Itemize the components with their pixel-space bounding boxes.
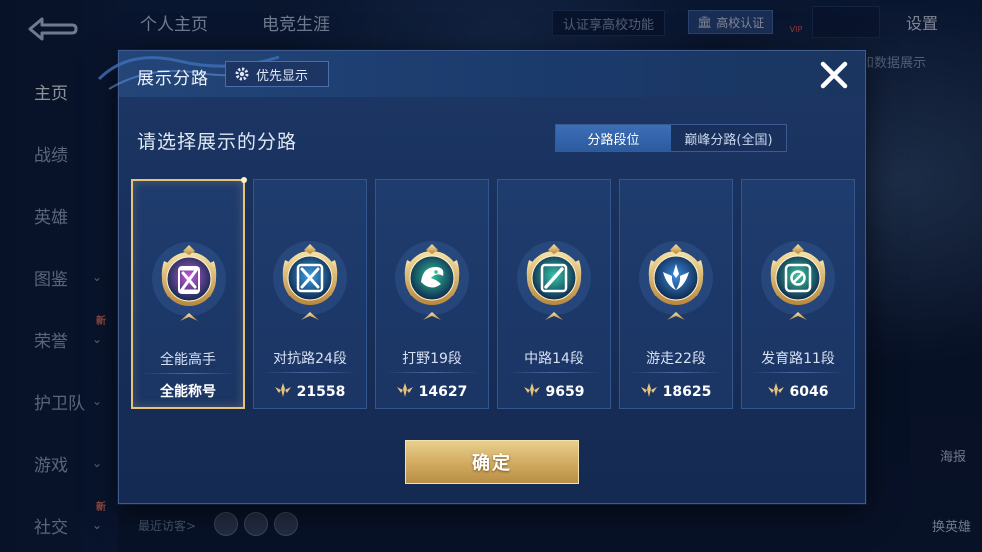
lane-card-footer: 18625 [620,376,732,408]
lane-points-icon [396,383,413,401]
dialog-title: 展示分路 [137,69,209,89]
farm-lane-emblem-icon [759,234,837,326]
lane-points-value: 14627 [418,384,468,400]
tab-lane-rank[interactable]: 分路段位 [556,125,671,151]
lane-points-value: 6046 [789,384,829,400]
title-badge-label: 全能称号 [160,384,216,400]
roam-emblem-icon [637,234,715,326]
lane-card[interactable]: 打野19段 14627 [375,179,489,409]
lane-card-title: 发育路11段 [761,351,835,367]
lane-card[interactable]: 中路14段 9659 [497,179,611,409]
lane-card[interactable]: 全能高手 全能称号 [131,177,247,409]
close-icon[interactable] [817,58,851,92]
lane-points-icon [640,383,657,401]
selection-corner-sparkle [241,177,247,183]
lane-points-icon [523,383,540,401]
lane-card-footer: 全能称号 [133,375,243,407]
lane-card[interactable]: 对抗路24段 21558 [253,179,367,409]
lane-tabs: 分路段位 巅峰分路(全国) [555,124,787,152]
priority-display-button[interactable]: 优先显示 [225,61,329,87]
lane-card-title: 全能高手 [160,352,216,368]
lane-card-footer: 9659 [498,376,610,408]
all-rounder-emblem-icon [150,235,228,327]
lane-card[interactable]: 游走22段 18625 [619,179,733,409]
confirm-button[interactable]: 确定 [405,440,579,484]
lane-card-title: 中路14段 [524,351,584,367]
lane-points-value: 9659 [545,384,585,400]
clash-lane-emblem-icon [271,234,349,326]
gear-icon [235,67,249,81]
divider [262,372,358,373]
lane-card[interactable]: 发育路11段 6046 [741,179,855,409]
dialog-subtitle: 请选择展示的分路 [137,131,298,153]
mid-lane-emblem-icon [515,234,593,326]
divider [628,372,724,373]
lane-card-title: 游走22段 [646,351,706,367]
lane-card-title: 对抗路24段 [273,351,347,367]
divider [384,372,480,373]
lane-card-footer: 21558 [254,376,366,408]
lane-card-footer: 14627 [376,376,488,408]
lane-display-dialog: 展示分路 优先显示 请选择展示的分路 分路段位 巅峰分路(全国) 全能高手全能称… [97,50,866,504]
jungle-emblem-icon [393,234,471,326]
lane-card-title: 打野19段 [402,351,462,367]
lane-points-icon [767,383,784,401]
tab-peak-lane[interactable]: 巅峰分路(全国) [671,125,786,151]
divider [750,372,846,373]
priority-display-label: 优先显示 [256,68,309,84]
lane-points-icon [274,383,291,401]
lane-card-footer: 6046 [742,376,854,408]
divider [506,372,602,373]
lane-points-value: 18625 [662,384,712,400]
divider [141,373,237,374]
lane-card-list: 全能高手 全能称号 对抗路24段 21558 打野19段 14627 中路14段 9659 游走… [131,177,859,409]
lane-points-value: 21558 [296,384,346,400]
